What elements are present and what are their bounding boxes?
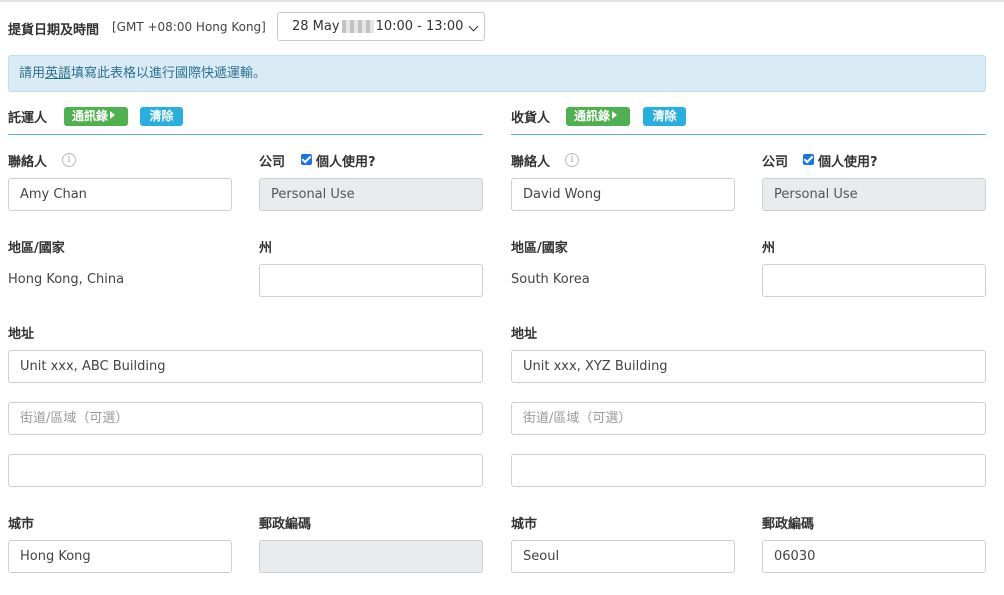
shipper-section-rule <box>8 134 483 135</box>
shipper-street-input[interactable] <box>8 402 483 435</box>
shipper-company-input <box>259 178 483 211</box>
consignee-address-book-button[interactable]: 通訊錄 <box>566 107 630 126</box>
shipper-state-input[interactable] <box>259 264 483 297</box>
consignee-city-label: 城市 <box>511 517 538 532</box>
chevron-down-icon <box>468 21 479 32</box>
consignee-company-label: 公司 <box>762 155 789 170</box>
pickup-datetime-select[interactable]: 28 May 10:00 - 13:00 <box>277 12 485 41</box>
redacted-blur <box>341 20 374 33</box>
address-book-label: 通訊錄 <box>574 109 611 123</box>
consignee-personal-use-checkbox[interactable] <box>803 154 814 165</box>
shipper-region-value: Hong Kong, China <box>8 272 125 287</box>
shipper-address3-input[interactable] <box>8 454 483 487</box>
info-icon[interactable]: i <box>62 153 76 167</box>
consignee-title: 收貨人 <box>511 111 551 126</box>
consignee-postcode-input[interactable] <box>762 540 986 573</box>
consignee-state-label: 州 <box>762 241 776 256</box>
consignee-section-rule <box>511 134 986 135</box>
consignee-company-input <box>762 178 986 211</box>
consignee-contact-input[interactable] <box>511 178 735 211</box>
caret-right-icon <box>612 111 618 119</box>
consignee-clear-button[interactable]: 清除 <box>643 107 686 126</box>
shipper-personal-use-checkbox[interactable] <box>301 154 312 165</box>
shipper-city-label: 城市 <box>8 517 35 532</box>
caret-right-icon <box>110 111 116 119</box>
english-notice-banner: 請用英語填寫此表格以進行國際快遞運輸。 <box>8 55 986 92</box>
shipper-contact-input[interactable] <box>8 178 232 211</box>
consignee-state-input[interactable] <box>762 264 986 297</box>
shipper-city-input[interactable] <box>8 540 232 573</box>
consignee-region-value: South Korea <box>511 272 590 287</box>
consignee-personal-use-label: 個人使用? <box>818 155 878 170</box>
shipper-postcode-input <box>259 540 483 573</box>
notice-suffix: 填寫此表格以進行國際快遞運輸。 <box>71 66 267 81</box>
shipper-address1-input[interactable] <box>8 350 483 383</box>
consignee-address3-input[interactable] <box>511 454 986 487</box>
shipper-region-label: 地區/國家 <box>8 241 65 256</box>
shipper-state-label: 州 <box>259 241 273 256</box>
shipper-address-book-button[interactable]: 通訊錄 <box>64 107 128 126</box>
consignee-address-label: 地址 <box>511 327 538 342</box>
pickup-date-text: 28 May <box>292 19 340 34</box>
shipper-postcode-label: 郵政編碼 <box>259 517 312 532</box>
consignee-street-input[interactable] <box>511 402 986 435</box>
pickup-datetime-label: 提貨日期及時間 <box>8 23 100 38</box>
shipper-personal-use-label: 個人使用? <box>316 155 376 170</box>
shipper-clear-button[interactable]: 清除 <box>140 107 183 126</box>
notice-highlight: 英語 <box>45 66 72 81</box>
consignee-address1-input[interactable] <box>511 350 986 383</box>
consignee-contact-label: 聯絡人 <box>511 155 551 170</box>
pickup-time-text: 10:00 - 13:00 <box>375 19 464 34</box>
address-book-label: 通訊錄 <box>72 109 109 123</box>
shipper-title: 託運人 <box>8 111 48 126</box>
consignee-postcode-label: 郵政編碼 <box>762 517 815 532</box>
notice-prefix: 請用 <box>19 66 46 81</box>
consignee-city-input[interactable] <box>511 540 735 573</box>
top-divider <box>0 0 1004 2</box>
info-icon[interactable]: i <box>565 153 579 167</box>
shipper-contact-label: 聯絡人 <box>8 155 48 170</box>
shipper-company-label: 公司 <box>259 155 286 170</box>
shipper-address-label: 地址 <box>8 327 35 342</box>
consignee-region-label: 地區/國家 <box>511 241 568 256</box>
pickup-timezone: [GMT +08:00 Hong Kong] <box>112 20 266 34</box>
